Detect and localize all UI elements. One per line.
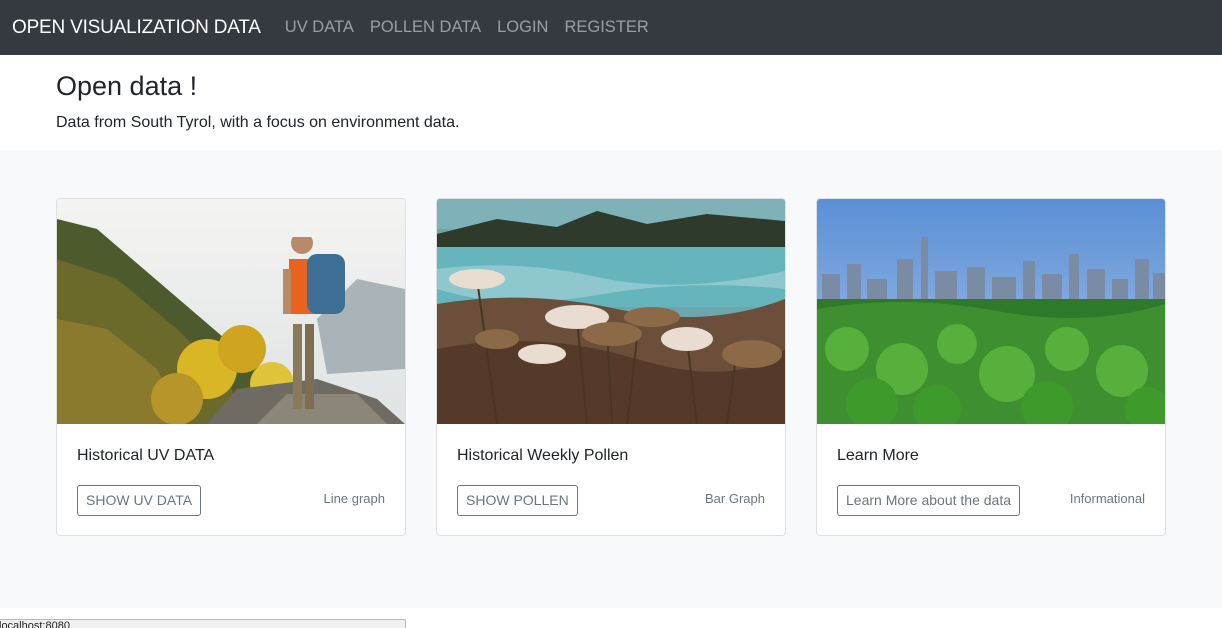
card-learn-more: Learn More Learn More about the data Inf…: [816, 198, 1166, 536]
wildflowers-by-lake-photo: [437, 199, 785, 424]
show-pollen-button[interactable]: SHOW POLLEN: [457, 485, 578, 516]
show-uv-data-button[interactable]: SHOW UV DATA: [77, 485, 202, 516]
page-subtitle: Data from South Tyrol, with a focus on e…: [56, 114, 460, 131]
green-field-city-skyline-photo: [817, 199, 1165, 424]
card-title: Historical UV DATA: [77, 447, 215, 464]
card-meta-label: Bar Graph: [705, 491, 765, 506]
hiker-on-mountain-photo: [57, 199, 405, 424]
card-uv-data: Historical UV DATA SHOW UV DATA Line gra…: [56, 198, 406, 536]
card-meta-label: Informational: [1069, 491, 1145, 506]
nav-link-register[interactable]: REGISTER: [564, 18, 648, 37]
nav-link-login[interactable]: LOGIN: [497, 18, 548, 37]
page-title: Open data !: [56, 71, 198, 101]
learn-more-button[interactable]: Learn More about the data: [837, 485, 1021, 516]
browser-status-url: localhost:8080: [0, 619, 406, 628]
top-navbar: OPEN VISUALIZATION DATA UV DATA POLLEN D…: [0, 0, 1222, 55]
card-title: Learn More: [837, 447, 919, 464]
nav-link-pollen-data[interactable]: POLLEN DATA: [370, 18, 481, 37]
card-pollen: Historical Weekly Pollen SHOW POLLEN Bar…: [436, 198, 786, 536]
card-meta-label: Line graph: [323, 491, 385, 506]
card-title: Historical Weekly Pollen: [457, 447, 629, 464]
hero-jumbotron: Open data ! Data from South Tyrol, with …: [0, 55, 1222, 150]
cards-section: Historical UV DATA SHOW UV DATA Line gra…: [0, 150, 1222, 608]
nav-link-uv-data[interactable]: UV DATA: [285, 18, 354, 37]
brand-link[interactable]: OPEN VISUALIZATION DATA: [12, 17, 261, 39]
